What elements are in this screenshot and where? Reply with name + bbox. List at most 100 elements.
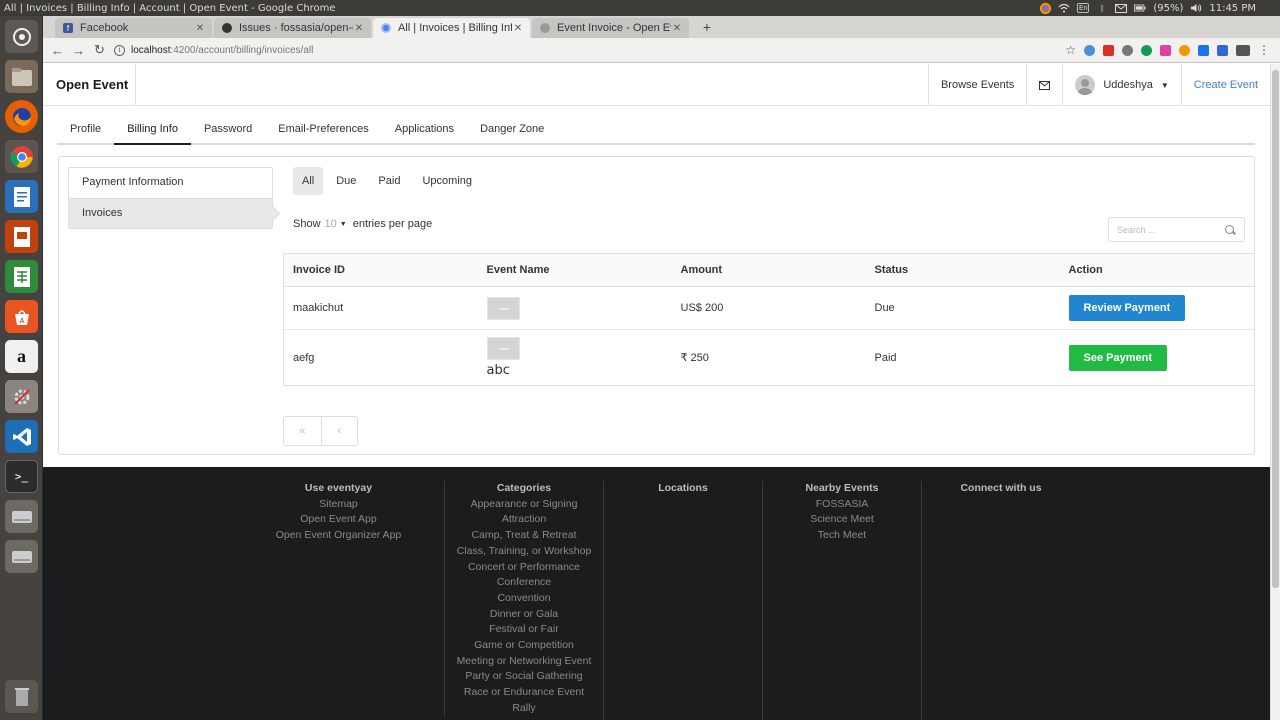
impress-icon[interactable] <box>5 220 38 253</box>
first-page-button[interactable]: « <box>284 417 321 445</box>
footer-link[interactable]: Open Event App <box>260 512 417 528</box>
col-amount[interactable]: Amount <box>671 253 866 287</box>
create-event-link[interactable]: Create Event <box>1180 64 1270 106</box>
footer-link[interactable]: Game or Competition <box>445 638 603 654</box>
page-scrollbar[interactable] <box>1270 64 1280 720</box>
vscode-icon[interactable] <box>5 420 38 453</box>
footer-link[interactable]: Festival or Fair <box>445 622 603 638</box>
gray-extension-icon[interactable] <box>1122 44 1133 56</box>
footer-link[interactable]: Attraction <box>445 512 603 528</box>
menu-icon[interactable]: ⋮ <box>1258 43 1270 57</box>
tab-github-issues[interactable]: Issues · fossasia/open-ev ✕ <box>214 18 371 38</box>
files-icon[interactable] <box>5 60 38 93</box>
info-icon[interactable]: i <box>114 44 125 56</box>
review-payment-button[interactable]: Review Payment <box>1068 295 1186 321</box>
url-text[interactable]: localhost:4200/account/billing/invoices/… <box>131 45 313 56</box>
footer-link[interactable]: Camp, Treat & Retreat <box>445 528 603 544</box>
pink-extension-icon[interactable] <box>1160 44 1171 56</box>
profile-icon[interactable] <box>1236 44 1250 56</box>
settings-icon[interactable] <box>5 380 38 413</box>
mail-icon[interactable] <box>1115 3 1128 13</box>
footer-link[interactable]: Class, Training, or Workshop <box>445 544 603 560</box>
bluetooth-icon[interactable]: ᛒ <box>1096 3 1108 13</box>
entries-dropdown-value[interactable]: 10 <box>325 218 337 230</box>
tab-danger-zone[interactable]: Danger Zone <box>467 114 557 145</box>
footer-link[interactable]: FOSSASIA <box>763 497 921 513</box>
tab-profile[interactable]: Profile <box>57 114 114 145</box>
trash-icon[interactable] <box>5 680 38 713</box>
close-icon[interactable]: ✕ <box>353 23 365 34</box>
wifi-icon[interactable] <box>1058 3 1070 13</box>
footer-link[interactable]: Tech Meet <box>763 528 921 544</box>
scrollbar-thumb[interactable] <box>1272 70 1279 588</box>
footer-link[interactable]: Open Event Organizer App <box>260 528 417 544</box>
tab-billing-info[interactable]: Billing Info <box>114 114 191 145</box>
footer-link[interactable]: Rally <box>445 701 603 717</box>
tab-all[interactable]: All <box>293 167 324 195</box>
footer-link[interactable]: Conference <box>445 575 603 591</box>
close-icon[interactable]: ✕ <box>512 23 524 34</box>
side-item-invoices[interactable]: Invoices <box>69 198 272 228</box>
browse-events-link[interactable]: Browse Events <box>927 64 1026 106</box>
col-status[interactable]: Status <box>865 253 1060 287</box>
back-icon[interactable]: ← <box>47 43 68 58</box>
event-thumbnail[interactable] <box>486 296 520 320</box>
col-invoice-id[interactable]: Invoice ID <box>283 253 478 287</box>
user-menu[interactable]: Uddeshya ▼ <box>1062 64 1180 106</box>
bookmark-star-icon[interactable]: ☆ <box>1065 43 1076 57</box>
side-item-payment-information[interactable]: Payment Information <box>69 168 272 198</box>
dash-icon[interactable] <box>5 20 38 53</box>
green-extension-icon[interactable] <box>1141 44 1152 56</box>
volume-icon[interactable] <box>1190 3 1202 13</box>
previous-page-button[interactable]: ‹ <box>320 417 358 445</box>
tab-invoices[interactable]: All | Invoices | Billing Info ✕ <box>373 18 530 38</box>
cloud-extension-icon[interactable] <box>1084 44 1095 56</box>
battery-icon[interactable] <box>1134 3 1146 13</box>
event-thumbnail[interactable] <box>486 337 520 360</box>
input-method-indicator[interactable]: En <box>1077 3 1090 13</box>
col-event-name[interactable]: Event Name <box>477 253 672 287</box>
tab-facebook[interactable]: f Facebook ✕ <box>55 18 212 38</box>
brand-logo[interactable]: Open Event <box>56 77 128 92</box>
tab-applications[interactable]: Applications <box>382 114 467 145</box>
address-bar[interactable]: i localhost:4200/account/billing/invoice… <box>114 41 1065 60</box>
cookie-extension-icon[interactable] <box>1179 44 1190 56</box>
search-input[interactable] <box>1117 224 1225 235</box>
footer-link[interactable]: Concert or Performance <box>445 560 603 576</box>
footer-link[interactable]: Meeting or Networking Event <box>445 654 603 670</box>
tab-due[interactable]: Due <box>327 167 365 195</box>
footer-link[interactable]: Sitemap <box>260 497 417 513</box>
chrome-icon[interactable] <box>5 140 38 173</box>
footer-link[interactable]: Dinner or Gala <box>445 607 603 623</box>
amazon-icon[interactable]: a <box>5 340 38 373</box>
footer-link[interactable]: Appearance or Signing <box>445 497 603 513</box>
footer-link[interactable]: Science Meet <box>763 512 921 528</box>
footer-link[interactable]: Party or Social Gathering <box>445 669 603 685</box>
software-center-icon[interactable]: A <box>5 300 38 333</box>
tab-paid[interactable]: Paid <box>369 167 409 195</box>
firefox-icon[interactable] <box>5 100 38 133</box>
close-icon[interactable]: ✕ <box>671 23 683 34</box>
dropdown-caret-icon[interactable]: ▼ <box>340 221 347 228</box>
writer-icon[interactable] <box>5 180 38 213</box>
drive-icon-2[interactable] <box>5 540 38 573</box>
search-icon[interactable] <box>1225 225 1234 234</box>
close-icon[interactable]: ✕ <box>194 23 206 34</box>
footer-link[interactable]: Race or Endurance Event <box>445 685 603 701</box>
tab-password[interactable]: Password <box>191 114 265 145</box>
reload-icon[interactable]: ↻ <box>89 42 110 58</box>
footer-link[interactable]: Convention <box>445 591 603 607</box>
event-name[interactable]: abc <box>487 363 672 378</box>
clock[interactable]: 11:45 PM <box>1209 3 1256 14</box>
tab-event-invoice[interactable]: Event Invoice - Open Eve ✕ <box>532 18 689 38</box>
pdf-extension-icon[interactable] <box>1103 44 1114 56</box>
forward-icon[interactable]: → <box>68 43 89 58</box>
calc-icon[interactable] <box>5 260 38 293</box>
terminal-icon[interactable]: >_ <box>5 460 38 493</box>
tab-upcoming[interactable]: Upcoming <box>413 167 481 195</box>
see-payment-button[interactable]: See Payment <box>1068 344 1167 371</box>
notifications-button[interactable] <box>1026 64 1062 106</box>
drive-icon[interactable] <box>5 500 38 533</box>
blue-extension-icon[interactable] <box>1198 44 1209 56</box>
screen-extension-icon[interactable] <box>1217 44 1228 56</box>
